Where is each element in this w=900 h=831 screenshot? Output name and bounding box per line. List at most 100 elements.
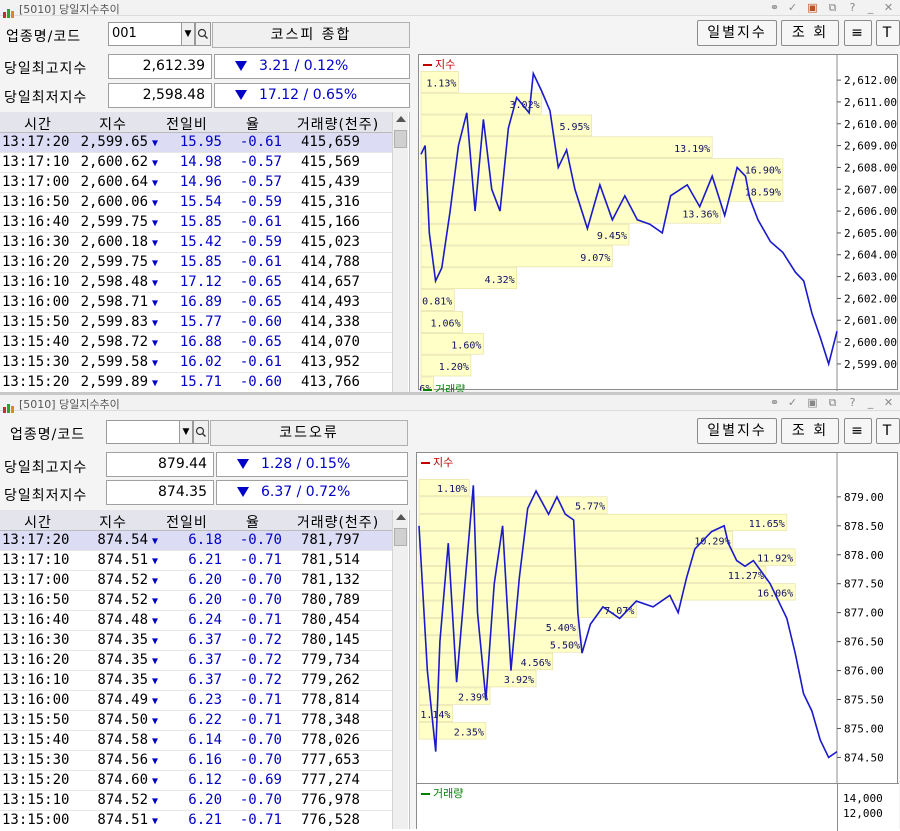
- cell-rate: -0.59: [239, 234, 282, 250]
- list-settings-button[interactable]: ≡: [844, 20, 872, 46]
- table-row[interactable]: ▼ 13:15:20 2,599.89 15.71 -0.60 413,766: [0, 373, 392, 392]
- cell-rate: -0.61: [239, 354, 282, 370]
- cell-volume: 780,145: [300, 632, 360, 648]
- cell-change: 15.42: [179, 234, 222, 250]
- table-row[interactable]: ▼ 13:16:10 874.35 6.37 -0.72 779,262: [0, 671, 392, 691]
- cell-index: 874.60: [97, 772, 148, 788]
- legend-index-label: 지수: [435, 58, 456, 71]
- table-row[interactable]: ▼ 13:17:00 874.52 6.20 -0.70 781,132: [0, 571, 392, 591]
- cell-change: 6.20: [188, 572, 222, 588]
- cell-index: 2,598.48: [80, 274, 148, 290]
- minimize-icon[interactable]: _: [864, 396, 877, 409]
- table-row[interactable]: ▼ 13:16:00 2,598.71 16.89 -0.65 414,493: [0, 293, 392, 313]
- y-tick-label: 876.00: [844, 665, 884, 678]
- table-row[interactable]: ▼ 13:16:50 2,600.06 15.54 -0.59 415,316: [0, 193, 392, 213]
- daily-low-value: 2,598.48: [108, 83, 212, 108]
- cell-rate: -0.61: [239, 134, 282, 150]
- copy-icon[interactable]: ▣: [806, 1, 819, 14]
- search-button[interactable]: [195, 22, 211, 46]
- cell-rate: -0.72: [239, 652, 282, 668]
- text-tool-button[interactable]: T: [876, 20, 900, 46]
- text-tool-button[interactable]: T: [876, 418, 900, 444]
- cell-rate: -0.71: [239, 612, 282, 628]
- link-icon[interactable]: ⚭: [768, 1, 781, 14]
- minimize-icon[interactable]: _: [864, 1, 877, 14]
- daily-high-change-text: 3.21 / 0.12%: [259, 58, 349, 74]
- down-triangle-icon: ▼: [152, 198, 159, 209]
- code-dropdown-button[interactable]: ▼: [181, 22, 195, 46]
- close-icon[interactable]: ✕: [882, 1, 895, 14]
- cell-change: 6.20: [188, 592, 222, 608]
- index-history-table: 시간 지수 전일비 율 거래량(천주) ▼ 13:17:20 2,599.65 15.…: [0, 112, 410, 392]
- scroll-up-icon[interactable]: [396, 514, 406, 520]
- table-row[interactable]: ▼ 13:16:20 2,599.75 15.85 -0.61 414,788: [0, 253, 392, 273]
- down-triangle-icon: ▼: [152, 278, 159, 289]
- volume-profile-label: 9.45%: [597, 231, 627, 242]
- volume-profile-label: 11.27%: [728, 571, 764, 582]
- cell-volume: 415,439: [300, 174, 360, 190]
- table-scrollbar[interactable]: [392, 112, 408, 392]
- restore-icon[interactable]: ⧉: [826, 1, 839, 14]
- table-row[interactable]: ▼ 13:16:10 2,598.48 17.12 -0.65 414,657: [0, 273, 392, 293]
- scrollbar-thumb[interactable]: [394, 130, 407, 148]
- table-row[interactable]: ▼ 13:16:40 2,599.75 15.85 -0.61 415,166: [0, 213, 392, 233]
- check-icon[interactable]: ✓: [786, 1, 799, 14]
- table-row[interactable]: ▼ 13:16:50 874.52 6.20 -0.70 780,789: [0, 591, 392, 611]
- sector-code-input[interactable]: [106, 420, 180, 444]
- table-row[interactable]: ▼ 13:15:40 874.58 6.14 -0.70 778,026: [0, 731, 392, 751]
- volume-profile-label: 0.81%: [422, 297, 452, 308]
- table-row[interactable]: ▼ 13:16:20 874.35 6.37 -0.72 779,734: [0, 651, 392, 671]
- help-icon[interactable]: ?: [846, 396, 859, 409]
- table-row[interactable]: ▼ 13:15:40 2,598.72 16.88 -0.65 414,070: [0, 333, 392, 353]
- restore-icon[interactable]: ⧉: [826, 396, 839, 409]
- list-settings-button[interactable]: ≡: [844, 418, 872, 444]
- code-dropdown-button[interactable]: ▼: [179, 420, 193, 444]
- copy-icon[interactable]: ▣: [806, 396, 819, 409]
- sector-name-display: 코드오류: [210, 420, 408, 446]
- link-icon[interactable]: ⚭: [768, 396, 781, 409]
- y-tick-label: 2,604.00: [844, 249, 897, 262]
- cell-change: 15.85: [179, 254, 222, 270]
- table-scrollbar[interactable]: [392, 510, 408, 829]
- table-row[interactable]: ▼ 13:17:10 2,600.62 14.98 -0.57 415,569: [0, 153, 392, 173]
- daily-high-value: 879.44: [106, 452, 214, 477]
- y-tick-label: 2,607.00: [844, 183, 897, 196]
- table-row[interactable]: ▼ 13:15:30 2,599.58 16.02 -0.61 413,952: [0, 353, 392, 373]
- table-row[interactable]: ▼ 13:15:20 874.60 6.12 -0.69 777,274: [0, 771, 392, 791]
- cell-index: 874.35: [97, 672, 148, 688]
- daily-high-value: 2,612.39: [108, 54, 212, 79]
- column-header-volume: 거래량(천주): [296, 117, 380, 133]
- query-button[interactable]: 조 회: [781, 418, 839, 444]
- table-row[interactable]: ▼ 13:17:00 2,600.64 14.96 -0.57 415,439: [0, 173, 392, 193]
- scroll-up-icon[interactable]: [396, 116, 406, 122]
- search-button[interactable]: [193, 420, 209, 444]
- daily-index-button[interactable]: 일별지수: [697, 418, 777, 444]
- table-row[interactable]: ▼ 13:15:30 874.56 6.16 -0.70 777,653: [0, 751, 392, 771]
- volume-profile-label: 5.95%: [559, 122, 589, 133]
- table-row[interactable]: ▼ 13:15:00 874.51 6.21 -0.71 776,528: [0, 811, 392, 829]
- volume-profile-label: 1.10%: [437, 484, 467, 495]
- table-row[interactable]: ▼ 13:15:50 2,599.83 15.77 -0.60 414,338: [0, 313, 392, 333]
- query-button[interactable]: 조 회: [781, 20, 839, 46]
- volume-profile-label: 1.14%: [420, 710, 450, 721]
- cell-volume: 780,454: [300, 612, 360, 628]
- table-row[interactable]: ▼ 13:17:20 2,599.65 15.95 -0.61 415,659: [0, 133, 392, 153]
- table-row[interactable]: ▼ 13:16:30 874.35 6.37 -0.72 780,145: [0, 631, 392, 651]
- check-icon[interactable]: ✓: [786, 396, 799, 409]
- table-row[interactable]: ▼ 13:16:30 2,600.18 15.42 -0.59 415,023: [0, 233, 392, 253]
- help-icon[interactable]: ?: [846, 1, 859, 14]
- table-row[interactable]: ▼ 13:16:00 874.49 6.23 -0.71 778,814: [0, 691, 392, 711]
- close-icon[interactable]: ✕: [882, 396, 895, 409]
- table-row[interactable]: ▼ 13:17:20 874.54 6.18 -0.70 781,797: [0, 531, 392, 551]
- table-row[interactable]: ▼ 13:15:10 874.52 6.20 -0.70 776,978: [0, 791, 392, 811]
- table-row[interactable]: ▼ 13:15:50 874.50 6.22 -0.71 778,348: [0, 711, 392, 731]
- scrollbar-thumb[interactable]: [394, 528, 407, 546]
- cell-volume: 779,262: [300, 672, 360, 688]
- table-row[interactable]: ▼ 13:17:10 874.51 6.21 -0.71 781,514: [0, 551, 392, 571]
- table-row[interactable]: ▼ 13:16:40 874.48 6.24 -0.71 780,454: [0, 611, 392, 631]
- cell-index: 874.56: [97, 752, 148, 768]
- sector-code-input[interactable]: 001: [108, 22, 182, 46]
- cell-index: 874.35: [97, 632, 148, 648]
- daily-index-button[interactable]: 일별지수: [697, 20, 777, 46]
- down-triangle-icon: [237, 487, 249, 497]
